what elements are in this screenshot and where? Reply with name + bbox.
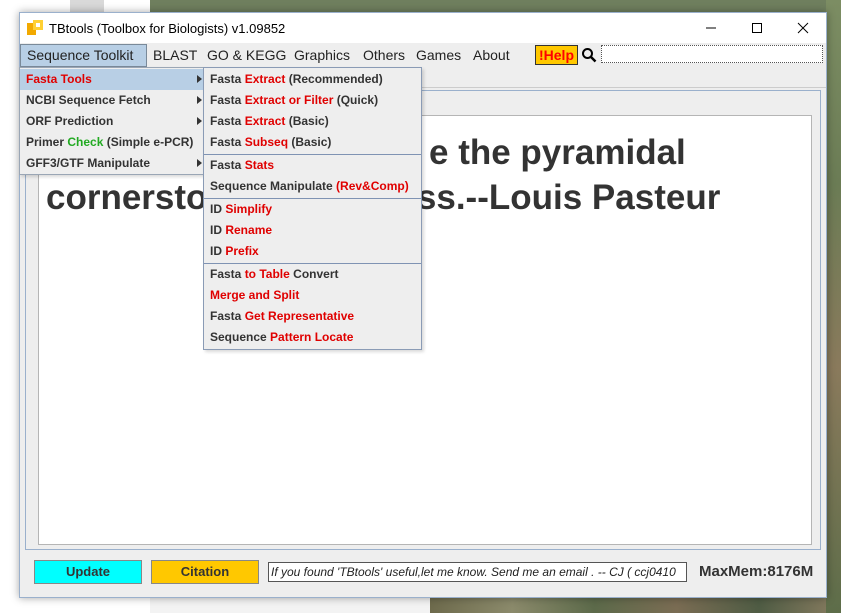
menu-go-kegg[interactable]: GO & KEGG <box>201 45 292 65</box>
menu-item-label: (Simple e-PCR) <box>103 135 194 149</box>
menu-blast[interactable]: BLAST <box>147 45 203 65</box>
menu-item-fasta-tools[interactable]: Fasta Tools <box>20 69 204 90</box>
submenu-item-fasta-to-table-convert[interactable]: Fasta to Table Convert <box>204 264 421 285</box>
submenu-item-label: Sequence <box>210 330 271 344</box>
submenu-item-label: Prefix <box>225 244 259 258</box>
submenu-item-label: Fasta <box>210 267 245 281</box>
submenu-item-label: Subseq <box>244 135 289 149</box>
search-icon[interactable] <box>581 47 597 63</box>
quote-line-2-end: ess.--Louis Pasteur <box>397 178 721 217</box>
submenu-item-id-rename[interactable]: ID Rename <box>204 220 421 241</box>
close-button[interactable] <box>780 13 826 43</box>
submenu-item-label: Fasta <box>210 114 245 128</box>
menu-about[interactable]: About <box>467 45 516 65</box>
submenu-item-label: Merge and Split <box>210 288 300 302</box>
menu-games[interactable]: Games <box>410 45 467 65</box>
menu-others[interactable]: Others <box>357 45 411 65</box>
submenu-item-label: (Basic) <box>288 135 332 149</box>
desktop-wallpaper-right <box>826 0 841 613</box>
submenu-item-label: Extract <box>244 114 286 128</box>
submenu-item-id-simplify[interactable]: ID Simplify <box>204 199 421 220</box>
submenu-item-label: (Rev&Comp) <box>336 179 409 193</box>
submenu-item-fasta-extract-or-filter-quick[interactable]: Fasta Extract or Filter (Quick) <box>204 90 421 111</box>
close-icon <box>797 22 809 34</box>
submenu-item-label: ID <box>210 244 226 258</box>
max-memory-label: MaxMem:8176M <box>699 563 814 580</box>
menu-item-label: ORF Prediction <box>26 114 114 128</box>
fasta-tools-submenu: Fasta Extract (Recommended) Fasta Extract… <box>203 67 422 350</box>
menu-item-gff3-gtf-manipulate[interactable]: GFF3/GTF Manipulate <box>20 153 204 174</box>
citation-button[interactable]: Citation <box>151 560 259 584</box>
submenu-item-merge-and-split[interactable]: Merge and Split <box>204 285 421 306</box>
submenu-item-label: ID <box>210 223 226 237</box>
submenu-arrow-icon <box>197 159 202 167</box>
menu-sequence-toolkit[interactable]: Sequence Toolkit <box>20 44 147 67</box>
message-field[interactable]: If you found 'TBtools' useful,let me kno… <box>268 562 687 582</box>
submenu-arrow-icon <box>197 96 202 104</box>
submenu-item-sequence-pattern-locate[interactable]: Sequence Pattern Locate <box>204 327 421 348</box>
submenu-item-label: to Table <box>244 267 290 281</box>
maximize-icon <box>752 23 762 33</box>
submenu-item-label: Sequence Manipulate <box>210 179 337 193</box>
submenu-item-label: Extract or Filter <box>244 93 334 107</box>
menu-item-label: Check <box>67 135 104 149</box>
submenu-item-label: Simplify <box>225 202 273 216</box>
menu-item-label: GFF3/GTF Manipulate <box>26 156 151 170</box>
submenu-item-fasta-extract-recommended[interactable]: Fasta Extract (Recommended) <box>204 69 421 90</box>
menu-item-orf-prediction[interactable]: ORF Prediction <box>20 111 204 132</box>
submenu-item-label: (Quick) <box>333 93 379 107</box>
submenu-item-label: (Basic) <box>285 114 329 128</box>
menu-item-ncbi-sequence-fetch[interactable]: NCBI Sequence Fetch <box>20 90 204 111</box>
submenu-item-label: Extract <box>244 72 286 86</box>
submenu-item-label: Fasta <box>210 93 245 107</box>
window-title: TBtools (Toolbox for Biologists) v1.0985… <box>49 21 286 36</box>
submenu-item-id-prefix[interactable]: ID Prefix <box>204 241 421 262</box>
quote-line-2: cornersto ess.--Louis Pasteur <box>46 175 806 220</box>
menu-bar: Sequence Toolkit BLAST GO & KEGG Graphic… <box>20 43 826 67</box>
submenu-item-label: Fasta <box>210 72 245 86</box>
minimize-icon <box>706 27 716 29</box>
title-bar[interactable]: TBtools (Toolbox for Biologists) v1.0985… <box>20 13 826 43</box>
submenu-item-label: ID <box>210 202 226 216</box>
maximize-button[interactable] <box>734 13 780 43</box>
sequence-toolkit-menu: Fasta Tools NCBI Sequence Fetch ORF Predic… <box>19 67 205 175</box>
menu-item-label: NCBI Sequence Fetch <box>26 93 151 107</box>
submenu-item-label: Stats <box>244 158 275 172</box>
menu-item-primer-check-simple-e-pcr[interactable]: Primer Check (Simple e-PCR) <box>20 132 204 153</box>
submenu-item-label: Pattern Locate <box>270 330 354 344</box>
submenu-item-label: Rename <box>225 223 273 237</box>
quote-line-2-start: cornersto <box>46 178 208 217</box>
submenu-item-fasta-extract-basic[interactable]: Fasta Extract (Basic) <box>204 111 421 132</box>
tbtools-app-icon <box>27 20 43 35</box>
submenu-item-label: Get Representative <box>244 309 355 323</box>
submenu-arrow-icon <box>197 117 202 125</box>
update-button[interactable]: Update <box>34 560 142 584</box>
submenu-item-fasta-get-representative[interactable]: Fasta Get Representative <box>204 306 421 327</box>
submenu-item-label: Fasta <box>210 309 245 323</box>
submenu-item-label: (Recommended) <box>285 72 383 86</box>
minimize-button[interactable] <box>688 13 734 43</box>
menu-item-label: Primer <box>26 135 68 149</box>
submenu-item-fasta-stats[interactable]: Fasta Stats <box>204 155 421 176</box>
submenu-item-label: Fasta <box>210 158 245 172</box>
submenu-item-fasta-subseq-basic[interactable]: Fasta Subseq (Basic) <box>204 132 421 153</box>
submenu-item-label: Fasta <box>210 135 245 149</box>
submenu-item-sequence-manipulate-rev-comp[interactable]: Sequence Manipulate (Rev&Comp) <box>204 176 421 197</box>
submenu-item-label: Convert <box>289 267 339 281</box>
menu-item-label: Fasta Tools <box>26 72 92 86</box>
submenu-arrow-icon <box>197 75 202 83</box>
menu-graphics[interactable]: Graphics <box>288 45 356 65</box>
search-input[interactable] <box>601 45 823 63</box>
quote-area: e the pyramidal cornersto ess.--Louis Pas… <box>38 115 812 545</box>
help-button[interactable]: !Help <box>535 45 578 65</box>
